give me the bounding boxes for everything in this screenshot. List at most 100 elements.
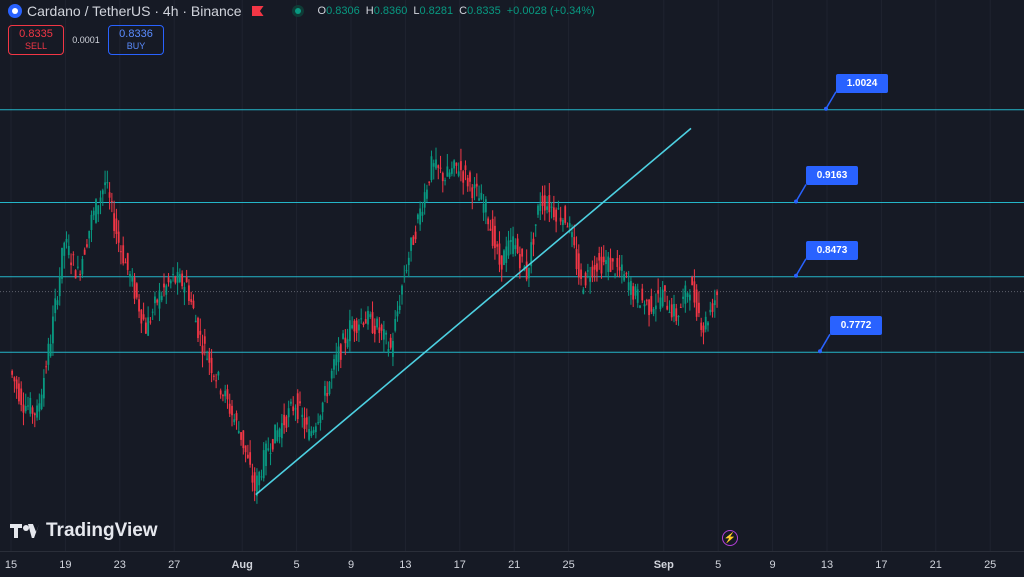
candle-body xyxy=(555,209,558,222)
candle-body xyxy=(13,377,16,382)
candle-body xyxy=(432,163,435,167)
candle-body xyxy=(684,285,687,304)
candle-body xyxy=(362,323,365,325)
candle-body xyxy=(475,183,478,187)
candle-body xyxy=(314,426,317,433)
flag-icon[interactable] xyxy=(251,6,264,16)
candle-body xyxy=(505,246,508,263)
ohlc-high: H0.8360 xyxy=(365,5,408,17)
candle-body xyxy=(648,299,650,316)
candle-body xyxy=(348,320,351,342)
level-anchor-dot xyxy=(794,273,798,278)
level-label[interactable]: 0.8473 xyxy=(806,240,858,260)
candle-body xyxy=(151,311,154,313)
candle-body xyxy=(562,219,564,225)
x-axis[interactable]: 15 19 23 27 Aug 5 9 13 17 21 25 Sep 5 9 13 17 21 25 xyxy=(0,551,1024,577)
candle-body xyxy=(478,198,480,201)
candle-body xyxy=(462,171,465,183)
candle-body xyxy=(142,314,145,320)
candle-body xyxy=(56,300,59,305)
candle-body xyxy=(244,445,247,453)
spread-value: 0.0001 xyxy=(72,35,100,45)
candle-body xyxy=(65,238,68,243)
tradingview-logo-icon xyxy=(10,522,40,540)
candle-body xyxy=(36,405,38,418)
x-tick-label: 9 xyxy=(347,559,355,571)
candle-body xyxy=(203,336,206,344)
candle-body xyxy=(242,430,245,449)
candle-body xyxy=(682,296,684,299)
candle-body xyxy=(74,270,77,279)
candle-body xyxy=(711,303,714,312)
candle-body xyxy=(532,238,535,245)
candle-body xyxy=(15,379,18,389)
candle-body xyxy=(521,248,524,257)
candle-body xyxy=(450,168,453,174)
candle-body xyxy=(371,312,374,334)
candle-body xyxy=(217,371,220,376)
candle-body xyxy=(428,181,431,183)
logo-text: TradingView xyxy=(46,520,158,541)
candle-body xyxy=(29,397,32,414)
candle-body xyxy=(167,277,170,283)
candle-body xyxy=(335,354,338,366)
candle-body xyxy=(233,419,236,423)
x-tick-label: 21 xyxy=(508,559,521,571)
candle-body xyxy=(439,167,442,169)
candle-body xyxy=(441,172,444,182)
candle-body xyxy=(528,267,530,279)
candle-body xyxy=(99,197,102,203)
candle-body xyxy=(355,320,358,333)
tradingview-logo[interactable]: TradingView xyxy=(10,520,158,542)
candle-body xyxy=(543,195,546,211)
candle-body xyxy=(666,305,669,310)
candle-body xyxy=(380,324,383,331)
buy-label: BUY xyxy=(126,41,146,51)
ohlc-open: O0.8306 xyxy=(317,5,360,17)
candle-body xyxy=(249,452,252,465)
candle-body xyxy=(598,252,601,261)
candle-body xyxy=(176,271,179,283)
candle-body xyxy=(466,177,469,187)
candle-body xyxy=(97,205,100,215)
candle-body xyxy=(61,247,63,279)
candle-body xyxy=(88,230,91,239)
ohlc-low: L0.8281 xyxy=(413,5,454,17)
buy-button[interactable]: 0.8336 BUY xyxy=(108,25,164,55)
candle-body xyxy=(367,310,369,325)
candle-body xyxy=(575,249,578,270)
candle-body xyxy=(120,251,122,253)
candle-body xyxy=(147,317,150,336)
candle-body xyxy=(174,276,177,283)
candle-body xyxy=(580,269,582,279)
x-tick-label: 21 xyxy=(929,559,942,571)
candle-body xyxy=(251,475,254,483)
candle-body xyxy=(115,218,118,235)
candle-body xyxy=(206,358,208,360)
candle-body xyxy=(471,187,474,199)
level-label[interactable]: 0.9163 xyxy=(806,166,858,186)
candle-body xyxy=(110,201,113,203)
candle-body xyxy=(20,388,23,405)
candle-body xyxy=(47,343,50,365)
candle-body xyxy=(416,214,419,220)
candle-body xyxy=(201,345,204,355)
candle-body xyxy=(312,429,315,433)
candle-body xyxy=(582,289,585,294)
candle-body xyxy=(403,275,406,278)
candle-body xyxy=(310,431,313,436)
level-label[interactable]: 0.7772 xyxy=(830,316,882,336)
sell-button[interactable]: 0.8335 SELL xyxy=(8,25,64,55)
candle-body xyxy=(27,405,29,407)
level-label-connector xyxy=(819,333,831,352)
symbol-title[interactable]: Cardano / TetherUS · 4h · Binance xyxy=(27,3,242,19)
candle-body xyxy=(188,285,190,301)
level-label[interactable]: 1.0024 xyxy=(836,73,888,93)
candle-body xyxy=(235,413,238,421)
candle-body xyxy=(333,359,335,370)
market-status-icon[interactable] xyxy=(291,5,304,17)
candle-body xyxy=(392,340,394,357)
candle-body xyxy=(292,406,295,411)
lightning-icon[interactable]: ⚡ xyxy=(722,530,738,546)
candle-body xyxy=(516,238,519,254)
